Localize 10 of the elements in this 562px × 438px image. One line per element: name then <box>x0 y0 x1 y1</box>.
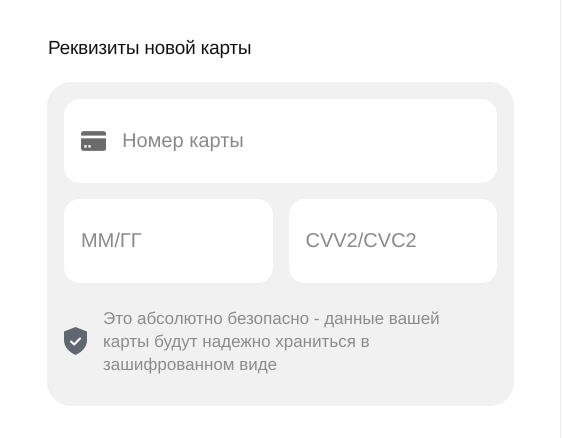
expiry-field[interactable]: ММ/ГГ <box>64 198 272 283</box>
shield-check-icon <box>64 327 87 356</box>
card-number-input[interactable]: Номер карты <box>122 126 480 156</box>
section-title: Реквизиты новой карты <box>48 38 252 61</box>
cvv-field[interactable]: CVV2/CVC2 <box>306 226 480 256</box>
security-note: Это абсолютно безопасно - данные вашей карты будут надежно храниться в зашифрованном виде <box>103 308 441 376</box>
cvv-field[interactable]: CVV2/CVC2 <box>288 198 497 283</box>
card-icon <box>81 130 106 152</box>
card-number-field[interactable]: Номер карты <box>64 98 497 183</box>
expiry-field[interactable]: ММ/ГГ <box>81 226 256 256</box>
